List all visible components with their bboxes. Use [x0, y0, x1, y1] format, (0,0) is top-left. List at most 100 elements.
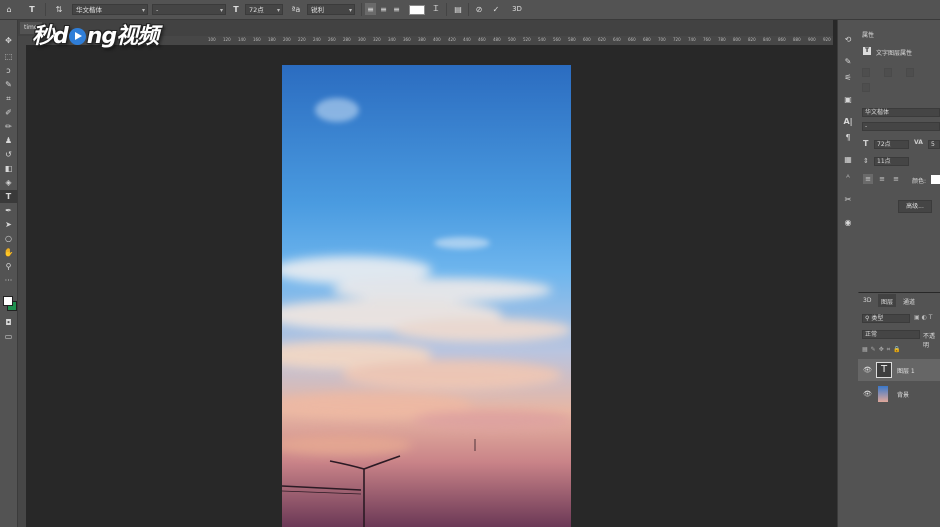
eraser-tool-icon[interactable]: ◧ — [0, 162, 17, 175]
ruler-tick-label: 300 — [358, 37, 366, 42]
align-center-icon[interactable]: ≡ — [877, 174, 887, 184]
font-size-field[interactable]: 72点 — [874, 140, 909, 149]
layer-row-text[interactable]: 👁 T 图层 1 — [858, 359, 940, 381]
antialias-select[interactable]: 锐利 ▾ — [307, 4, 355, 15]
ruler-tick-label: 920 — [823, 37, 831, 42]
ruler-tick-label: 380 — [418, 37, 426, 42]
eye-icon[interactable]: 👁 — [863, 366, 872, 374]
h-field[interactable] — [884, 68, 892, 77]
transform-fields — [862, 68, 938, 98]
hand-tool-icon[interactable]: ✋ — [0, 246, 17, 259]
ruler-tick-label: 860 — [778, 37, 786, 42]
tools-presets-icon[interactable]: ✂ — [838, 192, 858, 206]
canvas-image[interactable] — [282, 65, 571, 527]
tracking-field[interactable]: 5 — [928, 140, 940, 149]
lasso-tool-icon[interactable]: ↄ — [0, 64, 17, 77]
character-panel-icon[interactable]: ▤ — [452, 3, 464, 15]
eyedropper-tool-icon[interactable]: ✐ — [0, 106, 17, 119]
character-panel-icon[interactable]: A| — [838, 114, 858, 128]
path-select-tool-icon[interactable]: ➤ — [0, 218, 17, 231]
font-family-select[interactable]: 华文楷体 ▾ — [72, 4, 148, 15]
y-field[interactable] — [862, 83, 870, 92]
align-center-icon[interactable]: ≡ — [378, 3, 389, 15]
type-tool-preset-icon[interactable]: T — [26, 3, 38, 15]
blend-mode-select[interactable]: 正常 — [862, 330, 920, 339]
type-layer-icon: T — [863, 47, 871, 55]
background-layer-thumbnail — [878, 386, 888, 402]
ruler-tick-label: 440 — [463, 37, 471, 42]
layer-filter-value: 类型 — [871, 315, 884, 322]
crop-tool-icon[interactable]: ⌗ — [0, 92, 17, 105]
3d-panel-icon[interactable]: ◉ — [838, 215, 858, 229]
chevron-down-icon: ▾ — [141, 7, 145, 14]
brush-settings-icon[interactable]: ✎ — [838, 54, 858, 68]
lock-icons[interactable]: ▦✎✥⌗🔒 — [862, 346, 904, 354]
text-color-swatch[interactable] — [409, 5, 425, 15]
paragraph-panel-icon[interactable]: ¶ — [838, 130, 858, 144]
font-style-field[interactable]: - — [862, 122, 940, 131]
cancel-icon[interactable]: ⊘ — [473, 3, 485, 15]
bucket-tool-icon[interactable]: ◈ — [0, 176, 17, 189]
3d-text-icon[interactable]: 3D — [510, 3, 524, 15]
font-family-field[interactable]: 华文楷体 — [862, 108, 940, 117]
align-left-icon[interactable]: ≡ — [863, 174, 873, 184]
align-right-icon[interactable]: ≡ — [391, 3, 402, 15]
font-style-value: - — [156, 6, 159, 14]
color-label: 颜色: — [912, 178, 927, 185]
character-styles-icon[interactable]: ᴬ — [838, 170, 858, 184]
history-brush-icon[interactable]: ↺ — [0, 148, 17, 161]
x-field[interactable] — [906, 68, 914, 77]
tab-channels[interactable]: 通道 — [903, 297, 915, 306]
advanced-button[interactable]: 高级... — [898, 200, 932, 213]
font-style-select[interactable]: - ▾ — [152, 4, 226, 15]
adjustments-icon[interactable]: ⚟ — [838, 70, 858, 84]
properties-tab[interactable]: 属性 — [862, 30, 874, 39]
home-icon[interactable]: ⌂ — [3, 3, 15, 15]
ruler-tick-label: 640 — [613, 37, 621, 42]
vertical-ruler[interactable] — [18, 45, 26, 527]
pen-tool-icon[interactable]: ✒ — [0, 204, 17, 217]
brush-tool-icon[interactable]: ✏ — [0, 120, 17, 133]
ruler-tick-label: 780 — [718, 37, 726, 42]
leading-field[interactable]: 11点 — [874, 157, 909, 166]
history-panel-icon[interactable]: ⟲ — [838, 32, 858, 46]
glyphs-icon[interactable]: ▦ — [838, 152, 858, 166]
zoom-tool-icon[interactable]: ⚲ — [0, 260, 17, 273]
text-color-swatch[interactable] — [931, 175, 940, 184]
align-right-icon[interactable]: ≡ — [891, 174, 901, 184]
quick-select-tool-icon[interactable]: ✎ — [0, 78, 17, 91]
stamp-tool-icon[interactable]: ♟ — [0, 134, 17, 147]
warp-text-icon[interactable]: Ꮖ — [430, 3, 442, 15]
ruler-tick-label: 760 — [703, 37, 711, 42]
w-field[interactable] — [862, 68, 870, 77]
tab-layers[interactable]: 图层 — [881, 297, 893, 306]
tab-3d[interactable]: 3D — [863, 297, 871, 304]
marquee-tool-icon[interactable]: ⬚ — [0, 50, 17, 63]
chevron-down-icon: ▾ — [219, 7, 223, 14]
layer-name: 背景 — [897, 392, 910, 399]
commit-check-icon[interactable]: ✓ — [490, 3, 502, 15]
ruler-tick-label: 560 — [553, 37, 561, 42]
screen-mode-icon[interactable]: ▭ — [0, 330, 17, 343]
text-orientation-icon[interactable]: ⇅ — [52, 3, 66, 15]
layer-row-background[interactable]: 👁 背景 — [858, 383, 940, 405]
shape-tool-icon[interactable]: ○ — [0, 232, 17, 245]
foreground-color-swatch[interactable] — [3, 296, 13, 306]
move-tool-icon[interactable]: ✥ — [0, 34, 17, 47]
align-left-icon[interactable]: ≡ — [365, 3, 376, 15]
ruler-tick-label: 880 — [793, 37, 801, 42]
antialias-icon: ªa — [291, 4, 301, 14]
layer-filter-field[interactable]: ⚲ 类型 — [862, 314, 910, 323]
ruler-tick-label: 700 — [658, 37, 666, 42]
font-size-select[interactable]: 72点 ▾ — [245, 4, 283, 15]
ruler-tick-label: 840 — [763, 37, 771, 42]
ruler-tick-label: 280 — [343, 37, 351, 42]
font-size-icon: T — [863, 139, 869, 148]
layers-panel: 3D 图层 通道 ⚲ 类型 ▣ ◐ T 正常 不透明 ▦✎✥⌗🔒 👁 T 图层 … — [858, 293, 940, 527]
more-tools-icon[interactable]: ··· — [0, 274, 17, 287]
libraries-icon[interactable]: ▣ — [838, 92, 858, 106]
type-tool-icon[interactable]: T — [0, 190, 17, 203]
eye-icon[interactable]: 👁 — [863, 390, 872, 398]
quick-mask-icon[interactable]: ◘ — [0, 316, 17, 329]
filter-icons[interactable]: ▣ ◐ T — [914, 314, 932, 321]
